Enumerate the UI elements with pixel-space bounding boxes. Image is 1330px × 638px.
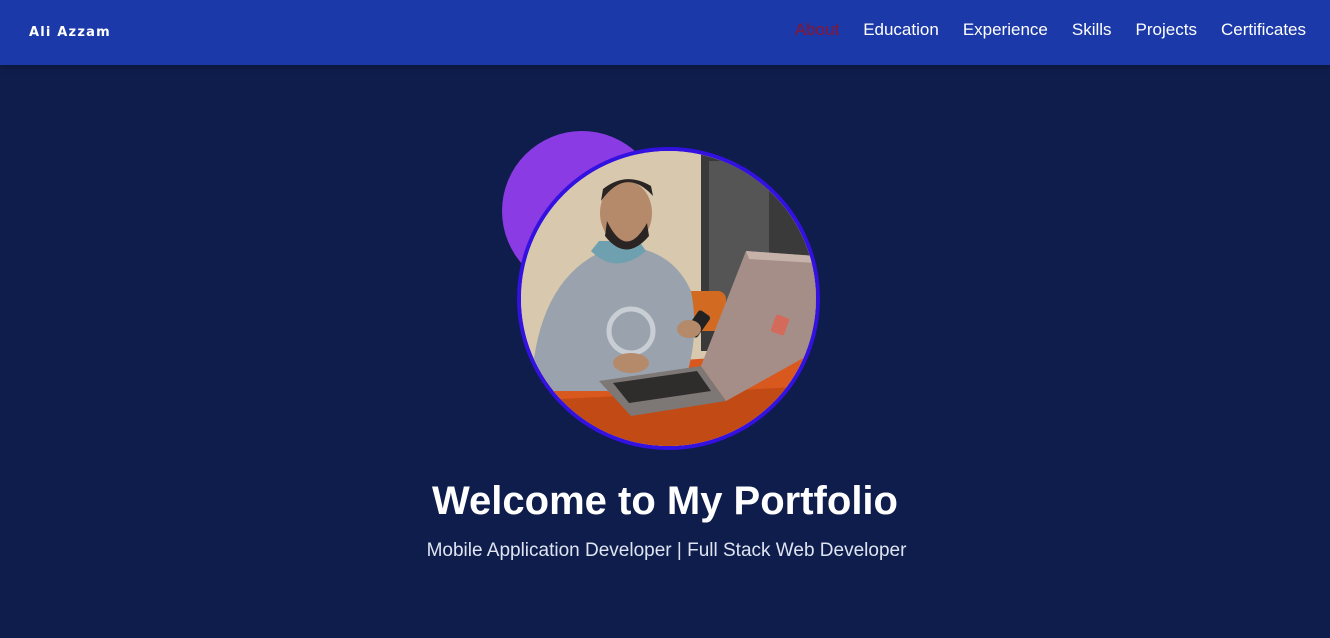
nav-link-projects[interactable]: Projects <box>1136 20 1197 40</box>
nav-link-skills[interactable]: Skills <box>1072 20 1112 40</box>
profile-photo <box>517 147 820 450</box>
nav-link-experience[interactable]: Experience <box>963 20 1048 40</box>
nav-link-education[interactable]: Education <box>863 20 939 40</box>
hero-section: Welcome to My Portfolio Mobile Applicati… <box>0 65 1330 638</box>
nav-link-certificates[interactable]: Certificates <box>1221 20 1306 40</box>
nav-link-about[interactable]: About <box>795 20 839 40</box>
hero-title: Welcome to My Portfolio <box>432 479 898 523</box>
hero-subtitle: Mobile Application Developer | Full Stac… <box>426 540 907 561</box>
nav-links: About Education Experience Skills Projec… <box>795 20 1306 40</box>
brand-logo[interactable]: Ali Azzam <box>29 25 111 40</box>
profile-photo-illustration <box>521 151 816 446</box>
navbar: Ali Azzam About Education Experience Ski… <box>0 0 1330 65</box>
